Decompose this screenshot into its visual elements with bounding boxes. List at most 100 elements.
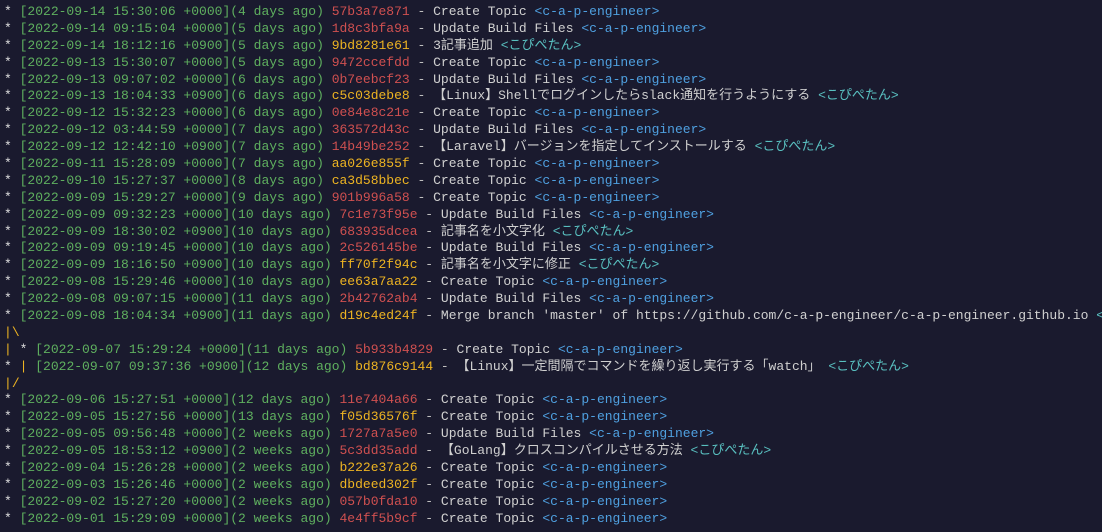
commit-date: [2022-09-05 18:53:12 +0900] — [20, 443, 231, 458]
commit-message: 【GoLang】クロスコンパイルさせる方法 — [441, 443, 683, 458]
commit-hash[interactable]: 5b933b4829 — [355, 342, 433, 357]
commit-hash[interactable]: 363572d43c — [332, 122, 410, 137]
commit-author: <こぴぺたん> — [553, 224, 634, 239]
commit-author: <c-a-p-engineer> — [535, 55, 660, 70]
graph-indicator: * — [4, 105, 20, 120]
commit-author: <c-a-p-engineer> — [589, 207, 714, 222]
graph-indicator: |\ — [4, 325, 20, 340]
commit-hash[interactable]: aa026e855f — [332, 156, 410, 171]
commit-message: Create Topic — [433, 156, 527, 171]
commit-relative-date: (7 days ago) — [230, 156, 324, 171]
commit-date: [2022-09-03 15:26:46 +0000] — [20, 477, 231, 492]
commit-relative-date: (5 days ago) — [230, 21, 324, 36]
git-commit-line: * [2022-09-12 03:44:59 +0000](7 days ago… — [4, 122, 1098, 139]
separator: - — [418, 392, 441, 407]
commit-hash[interactable]: 0e84e8c21e — [332, 105, 410, 120]
graph-indicator: * — [4, 173, 20, 188]
commit-author: <c-a-p-engineer> — [535, 156, 660, 171]
commit-message: Create Topic — [433, 55, 527, 70]
commit-hash[interactable]: bd876c9144 — [355, 359, 433, 374]
commit-hash[interactable]: c5c03debe8 — [332, 88, 410, 103]
commit-hash[interactable]: 057b0fda10 — [339, 494, 417, 509]
graph-indicator: * — [4, 190, 20, 205]
commit-message: 【Laravel】バージョンを指定してインストールする — [433, 139, 747, 154]
commit-hash[interactable]: 4e4ff5b9cf — [339, 511, 417, 526]
git-commit-line: * | [2022-09-07 09:37:36 +0900](12 days … — [4, 359, 1098, 376]
commit-hash[interactable]: 1727a7a5e0 — [339, 426, 417, 441]
commit-hash[interactable]: ee63a7aa22 — [339, 274, 417, 289]
commit-relative-date: (12 days ago) — [246, 359, 347, 374]
commit-hash[interactable]: 9472ccefdd — [332, 55, 410, 70]
commit-hash[interactable]: 9bd8281e61 — [332, 38, 410, 53]
git-commit-line: * [2022-09-05 18:53:12 +0900](2 weeks ag… — [4, 443, 1098, 460]
commit-hash[interactable]: dbdeed302f — [339, 477, 417, 492]
commit-message: 【Linux】Shellでログインしたらslack通知を行うようにする — [433, 88, 810, 103]
commit-message: Create Topic — [433, 4, 527, 19]
commit-hash[interactable]: 11e7404a66 — [339, 392, 417, 407]
graph-indicator: * — [4, 460, 20, 475]
separator: - — [410, 156, 433, 171]
commit-message: 3記事追加 — [433, 38, 493, 53]
commit-relative-date: (6 days ago) — [230, 88, 324, 103]
commit-author: <こぴぺたん> — [818, 88, 899, 103]
commit-hash[interactable]: 0b7eebcf23 — [332, 72, 410, 87]
commit-hash[interactable]: 14b49be252 — [332, 139, 410, 154]
commit-message: Create Topic — [441, 274, 535, 289]
graph-indicator: * — [4, 88, 20, 103]
commit-hash[interactable]: 901b996a58 — [332, 190, 410, 205]
commit-relative-date: (2 weeks ago) — [230, 494, 331, 509]
commit-message: Create Topic — [441, 511, 535, 526]
commit-author: <c-a-p-engineer> — [589, 291, 714, 306]
separator: - — [410, 38, 433, 53]
commit-date: [2022-09-09 18:16:50 +0900] — [20, 257, 231, 272]
commit-relative-date: (12 days ago) — [230, 392, 331, 407]
graph-indicator: * — [4, 224, 20, 239]
commit-hash[interactable]: 683935dcea — [339, 224, 417, 239]
separator: - — [410, 55, 433, 70]
graph-indicator: * — [4, 308, 20, 323]
git-commit-line: * [2022-09-08 18:04:34 +0900](11 days ag… — [4, 308, 1098, 325]
graph-indicator: * — [4, 274, 20, 289]
commit-author: <こぴぺたん> — [755, 139, 836, 154]
graph-indicator: * — [4, 409, 20, 424]
commit-hash[interactable]: d19c4ed24f — [339, 308, 417, 323]
commit-relative-date: (7 days ago) — [230, 122, 324, 137]
graph-indicator: * — [4, 392, 20, 407]
commit-message: Update Build Files — [441, 426, 581, 441]
commit-hash[interactable]: 2b42762ab4 — [339, 291, 417, 306]
git-commit-line: * [2022-09-09 15:29:27 +0000](9 days ago… — [4, 190, 1098, 207]
commit-hash[interactable]: 2c526145be — [339, 240, 417, 255]
commit-hash[interactable]: ff70f2f94c — [339, 257, 417, 272]
separator: - — [410, 105, 433, 120]
commit-hash[interactable]: f05d36576f — [339, 409, 417, 424]
commit-relative-date: (4 days ago) — [230, 4, 324, 19]
commit-hash[interactable]: ca3d58bbec — [332, 173, 410, 188]
commit-date: [2022-09-13 18:04:33 +0900] — [20, 88, 231, 103]
commit-author: <c-a-p-engineer> — [542, 477, 667, 492]
commit-hash[interactable]: 7c1e73f95e — [339, 207, 417, 222]
git-commit-line: * [2022-09-04 15:26:28 +0000](2 weeks ag… — [4, 460, 1098, 477]
commit-message: Update Build Files — [441, 291, 581, 306]
git-commit-line: * [2022-09-02 15:27:20 +0000](2 weeks ag… — [4, 494, 1098, 511]
separator: - — [418, 224, 441, 239]
git-commit-line: | * [2022-09-07 15:29:24 +0000](11 days … — [4, 342, 1098, 359]
commit-relative-date: (2 weeks ago) — [230, 477, 331, 492]
graph-indicator: * — [4, 291, 20, 306]
commit-relative-date: (2 weeks ago) — [230, 511, 331, 526]
graph-indicator: * — [4, 21, 20, 36]
graph-indicator: * — [4, 477, 20, 492]
commit-date: [2022-09-10 15:27:37 +0000] — [20, 173, 231, 188]
commit-hash[interactable]: 57b3a7e871 — [332, 4, 410, 19]
commit-hash[interactable]: 1d8c3bfa9a — [332, 21, 410, 36]
graph-indicator: * | — [4, 359, 35, 374]
commit-relative-date: (8 days ago) — [230, 173, 324, 188]
commit-message: Create Topic — [433, 190, 527, 205]
commit-date: [2022-09-06 15:27:51 +0000] — [20, 392, 231, 407]
commit-author: <c-a-p-engineer> — [589, 426, 714, 441]
commit-relative-date: (5 days ago) — [230, 55, 324, 70]
commit-hash[interactable]: 5c3dd35add — [339, 443, 417, 458]
git-commit-line: * [2022-09-13 18:04:33 +0900](6 days ago… — [4, 88, 1098, 105]
commit-message: Update Build Files — [441, 207, 581, 222]
graph-indicator: * — [4, 4, 20, 19]
commit-hash[interactable]: b222e37a26 — [339, 460, 417, 475]
